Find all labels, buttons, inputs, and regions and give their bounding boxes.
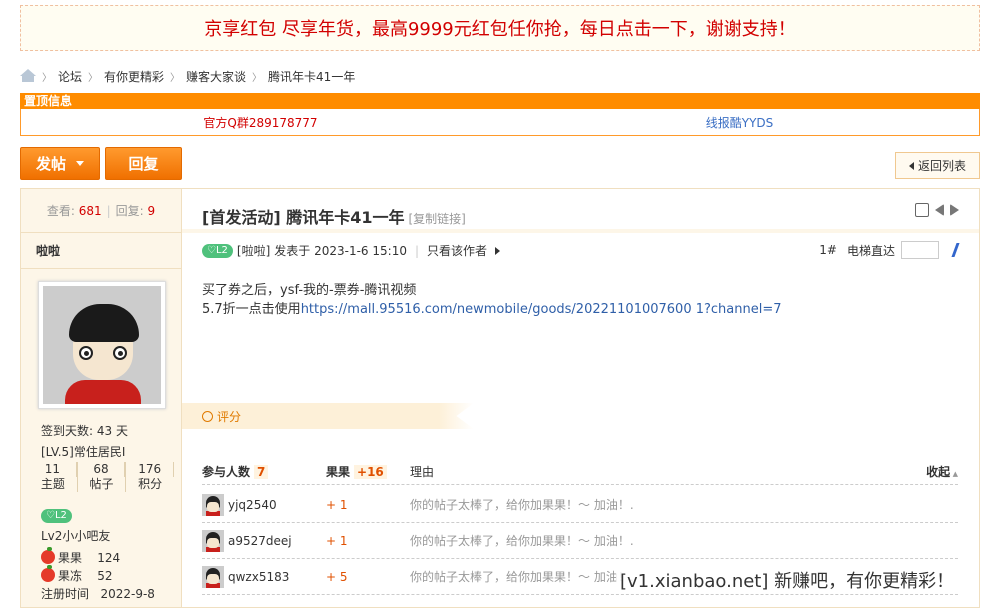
fruit-header: 果果 +16: [326, 463, 410, 480]
only-author-link[interactable]: 只看该作者: [427, 242, 487, 259]
level-row: ♡L2: [41, 507, 72, 523]
avatar[interactable]: [202, 565, 224, 588]
avatar[interactable]: [38, 281, 166, 409]
rating-bar: 评分: [182, 403, 474, 429]
floor-jump: 1# 电梯直达: [819, 241, 960, 259]
level-badge: ♡L2: [41, 509, 72, 523]
post-title: [首发活动] 腾讯年卡41一年 [复制链接]: [202, 208, 466, 227]
user-rank[interactable]: [LV.5]常住居民I: [41, 442, 128, 463]
post-author[interactable]: [啦啦]: [237, 242, 270, 259]
previous-thread-icon[interactable]: [935, 204, 944, 216]
stat-posts[interactable]: 68 帖子: [78, 462, 127, 492]
post-content: 买了券之后，ysf-我的-票券-腾讯视频 5.7折一点击使用https://ma…: [202, 281, 782, 319]
triangle-right-icon: [495, 246, 501, 255]
caret-down-icon: [76, 161, 84, 166]
go-icon[interactable]: [942, 243, 960, 257]
home-icon[interactable]: [20, 69, 36, 82]
fruit-total: +16: [354, 465, 387, 479]
content-line: 5.7折一点击使用https://mall.95516.com/newmobil…: [202, 302, 782, 317]
views-label: 查看:: [46, 204, 75, 218]
floor-number: 1#: [819, 243, 837, 257]
next-thread-icon[interactable]: [950, 204, 959, 216]
notice-body: 官方Q群289178777 线报酷YYDS: [20, 109, 980, 136]
rater-username[interactable]: qwzx5183: [228, 570, 289, 584]
content-link[interactable]: https://mall.95516.com/newmobile/goods/2…: [301, 302, 782, 317]
rater-reason: 你的帖子太棒了，给你加果果！～ 加油！.: [410, 498, 634, 512]
notice-header: 置顶信息: [20, 93, 980, 109]
promo-banner[interactable]: 京享红包 尽享年货，最高9999元红包任你抢，每日点击一下，谢谢支持！: [20, 5, 980, 51]
level-badge: ♡L2: [202, 243, 233, 258]
participants-header: 参与人数 7: [202, 463, 326, 480]
notice-qq-group-link[interactable]: 官方Q群289178777: [21, 114, 500, 131]
fruit-stats: 果果 124 果冻 52 注册时间 2022-9-8: [41, 547, 155, 603]
rater-username[interactable]: a9527deej: [228, 534, 292, 548]
print-icon[interactable]: [915, 203, 929, 217]
rater-reason: 你的帖子太棒了，给你加果果！～ 加油！.: [410, 534, 634, 548]
chevron-right-icon: 〉: [252, 72, 263, 84]
author-username[interactable]: 啦啦: [21, 233, 181, 269]
fruit-row: 果果 124: [41, 547, 155, 567]
post-meta: ♡L2 [啦啦] 发表于 2023-1-6 15:10 | 只看该作者: [202, 242, 501, 259]
back-to-list-label: 返回列表: [917, 159, 966, 173]
breadcrumb: 〉 论坛 〉 有你更精彩 〉 赚客大家谈 〉 腾讯年卡41一年: [20, 66, 355, 86]
notice-yyds-link[interactable]: 线报酷YYDS: [500, 114, 979, 131]
content-line: 买了券之后，ysf-我的-票券-腾讯视频: [202, 283, 417, 298]
rating-row: a9527deej + 1 你的帖子太棒了，给你加果果！～ 加油！.: [202, 523, 958, 559]
rater-score: + 1: [326, 533, 348, 548]
chevron-right-icon: 〉: [170, 72, 181, 84]
reply-button[interactable]: 回复: [105, 147, 182, 180]
reply-label: 回复: [128, 155, 159, 173]
new-post-label: 发帖: [35, 155, 66, 173]
post-main: [首发活动] 腾讯年卡41一年 [复制链接] ♡L2 [啦啦] 发表于 2023-…: [182, 188, 980, 608]
new-post-button[interactable]: 发帖: [20, 147, 100, 180]
author-info: 签到天数: 43 天 [LV.5]常住居民I: [41, 421, 128, 463]
rating-label[interactable]: 评分: [217, 408, 241, 425]
breadcrumb-thread[interactable]: 腾讯年卡41一年: [268, 68, 355, 85]
copy-link-button[interactable]: [复制链接]: [408, 212, 465, 226]
floor-jump-input[interactable]: [901, 241, 939, 259]
post-tools: [915, 203, 959, 217]
divider: |: [414, 243, 420, 258]
thread-stats: 查看: 681 | 回复: 9: [21, 189, 181, 233]
stat-points[interactable]: 176 积分: [126, 462, 175, 492]
divider: |: [106, 203, 111, 218]
replies-count: 9: [147, 203, 156, 218]
avatar[interactable]: [202, 529, 224, 552]
site-watermark: [v1.xianbao.net] 新赚吧，有你更精彩！: [616, 567, 959, 593]
breadcrumb-forum[interactable]: 论坛: [58, 68, 82, 85]
apple-icon: [41, 565, 55, 582]
circle-icon: [202, 410, 213, 422]
avatar[interactable]: [202, 493, 224, 516]
chevron-right-icon: 〉: [88, 72, 99, 84]
jelly-row: 果冻 52: [41, 565, 155, 585]
avatar-image: [43, 286, 161, 404]
replies-label: 回复:: [115, 204, 144, 218]
rating-row: yjq2540 + 1 你的帖子太棒了，给你加果果！～ 加油！.: [202, 487, 958, 523]
collapse-button[interactable]: 收起: [926, 463, 958, 480]
views-count: 681: [78, 203, 102, 218]
breadcrumb-section[interactable]: 有你更精彩: [104, 68, 164, 85]
divider: [182, 229, 979, 233]
level-name: Lv2小小吧友: [41, 529, 111, 543]
rater-username[interactable]: yjq2540: [228, 498, 277, 512]
rating-header: 参与人数 7 果果 +16 理由 收起: [202, 459, 958, 485]
back-to-list-button[interactable]: 返回列表: [895, 152, 980, 179]
jump-label: 电梯直达: [846, 243, 895, 258]
breadcrumb-board[interactable]: 赚客大家谈: [186, 68, 246, 85]
chevron-right-icon: 〉: [42, 72, 52, 84]
post-time: 发表于 2023-1-6 15:10: [274, 244, 407, 258]
rater-score: + 1: [326, 497, 348, 512]
stat-threads[interactable]: 11 主题: [29, 462, 78, 492]
register-date-row: 注册时间 2022-9-8: [41, 587, 155, 601]
triangle-left-icon: [908, 161, 914, 170]
apple-icon: [41, 547, 55, 564]
author-stats: 11 主题 68 帖子 176 积分: [29, 462, 175, 492]
checkin-days: 签到天数: 43 天: [41, 424, 128, 438]
rater-score: + 5: [326, 569, 348, 584]
reason-header: 理由: [410, 465, 435, 479]
participants-count: 7: [254, 465, 269, 479]
author-sidebar: 查看: 681 | 回复: 9 啦啦 签到天数: 43 天 [LV.5]常住居民…: [20, 188, 182, 608]
